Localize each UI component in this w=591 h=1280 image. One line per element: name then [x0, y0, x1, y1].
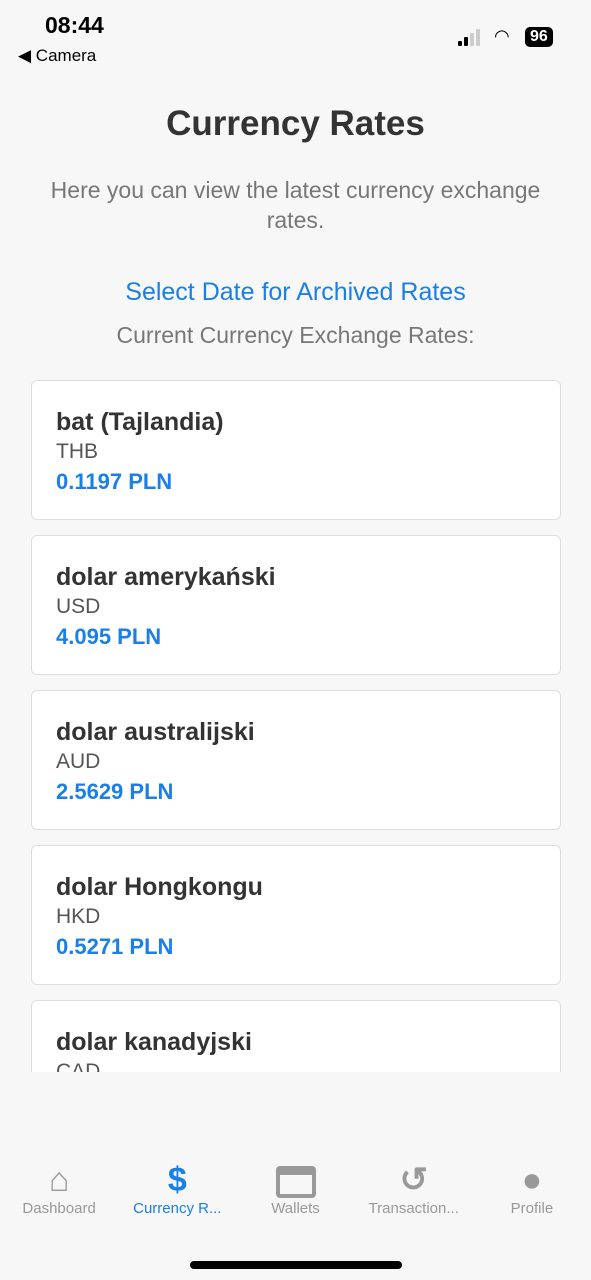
rate-card[interactable]: dolar amerykański USD 4.095 PLN: [31, 535, 561, 675]
currency-code: USD: [56, 595, 101, 618]
currency-code: CAD: [56, 1060, 101, 1072]
battery-icon: 96: [525, 27, 553, 47]
tab-bar: ⌂ Dashboard $ Currency R... Wallets ↺ Trans…: [0, 1160, 591, 1217]
rate-card[interactable]: dolar kanadyjski CAD: [31, 1000, 561, 1072]
tab-label: Dashboard: [22, 1200, 96, 1217]
currency-rate: 4.095 PLN: [56, 624, 162, 649]
currency-name: bat (Tajlandia): [56, 408, 224, 436]
page-title: Currency Rates: [166, 104, 425, 143]
select-archive-date-link[interactable]: Select Date for Archived Rates: [0, 278, 591, 307]
current-rates-label: Current Currency Exchange Rates:: [116, 322, 475, 348]
currency-code: THB: [56, 440, 98, 463]
tab-label: Transaction...: [368, 1200, 459, 1217]
currency-name: dolar kanadyjski: [56, 1028, 252, 1056]
currency-rate: 2.5629 PLN: [56, 779, 174, 804]
rate-card[interactable]: dolar australijski AUD 2.5629 PLN: [31, 690, 561, 830]
home-indicator[interactable]: [190, 1261, 402, 1269]
signal-icon: [458, 29, 480, 46]
currency-code: AUD: [56, 750, 101, 773]
tab-label: Profile: [510, 1200, 554, 1217]
back-to-camera[interactable]: ◀ Camera: [18, 46, 96, 66]
user-icon: ●: [521, 1161, 543, 1199]
rate-card[interactable]: dolar Hongkongu HKD 0.5271 PLN: [31, 845, 561, 985]
wifi-icon: ◠: [494, 26, 510, 46]
home-icon: ⌂: [48, 1161, 70, 1199]
tab-wallets[interactable]: Wallets: [236, 1160, 354, 1217]
currency-name: dolar Hongkongu: [56, 873, 263, 901]
currency-name: dolar australijski: [56, 718, 255, 746]
currency-name: dolar amerykański: [56, 563, 276, 591]
rates-list[interactable]: bat (Tajlandia) THB 0.1197 PLN dolar amery…: [31, 380, 561, 1072]
credit-card-icon: [236, 1160, 354, 1200]
currency-rate: 0.5271 PLN: [56, 934, 174, 959]
tab-profile[interactable]: ● Profile: [473, 1160, 591, 1217]
dollar-icon: $: [167, 1161, 187, 1199]
rate-card[interactable]: bat (Tajlandia) THB 0.1197 PLN: [31, 380, 561, 520]
back-label: Camera: [35, 46, 97, 65]
clock: 08:44: [45, 12, 104, 38]
page-description: Here you can view the latest currency ex…: [50, 177, 541, 233]
currency-code: HKD: [56, 905, 101, 928]
tab-label: Currency R...: [133, 1200, 222, 1217]
tab-label: Wallets: [271, 1200, 320, 1217]
tab-currency-rates[interactable]: $ Currency R...: [118, 1160, 236, 1217]
tab-transactions[interactable]: ↺ Transaction...: [355, 1160, 473, 1217]
status-bar: 08:44 ◀ Camera ◠ 96: [0, 0, 591, 80]
tab-dashboard[interactable]: ⌂ Dashboard: [0, 1160, 118, 1217]
history-icon: ↺: [399, 1161, 428, 1199]
currency-rate: 0.1197 PLN: [56, 469, 173, 494]
